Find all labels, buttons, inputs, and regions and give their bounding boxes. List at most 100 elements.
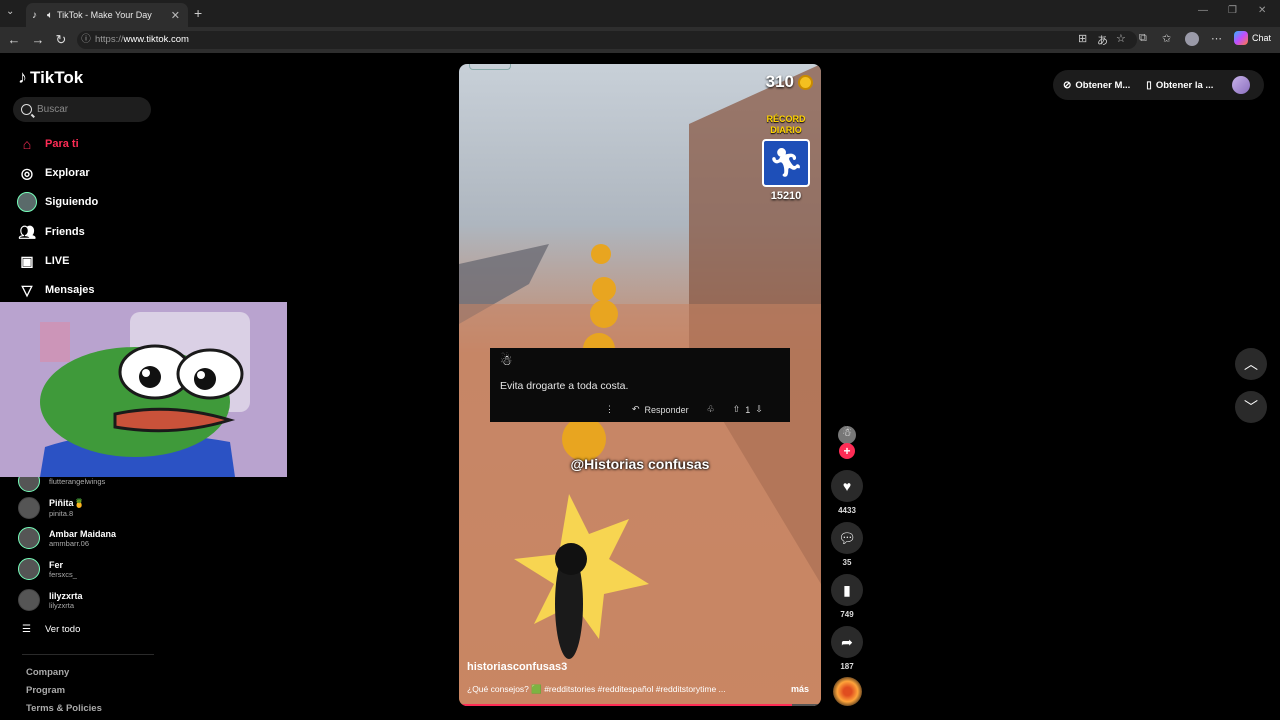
speaker-icon[interactable]: 🔈︎ <box>47 10 53 21</box>
nav-label: LIVE <box>45 255 70 267</box>
more-menu-icon[interactable]: ⋯ <box>1211 32 1222 45</box>
comment-button[interactable]: 💬︎ 35 <box>831 522 863 567</box>
avatar <box>18 558 40 580</box>
chevron-down-icon: ﹀ <box>1244 399 1258 415</box>
copilot-chat-button[interactable]: Chat <box>1234 31 1271 45</box>
webcam-overlay <box>0 302 287 477</box>
following-username: ammbarr.06 <box>49 538 90 548</box>
live-icon: ▣ <box>20 252 34 269</box>
url-prefix: https:// <box>95 34 124 45</box>
get-app-button[interactable]: ▯ Obtener la ... <box>1146 80 1213 91</box>
creator-avatar[interactable]: ☃ <box>838 426 856 444</box>
footer-link-program[interactable]: Program <box>26 685 65 696</box>
following-username: pinita.8 <box>49 509 74 518</box>
reply-label: Responder <box>644 404 689 415</box>
tab-title: TikTok - Make Your Day <box>57 10 152 20</box>
more-options-icon: ⋮ <box>605 404 614 414</box>
browser-tab[interactable]: ♪ 🔈︎ TikTok - Make Your Day ✕ <box>26 3 188 27</box>
save-button[interactable]: ▮ 749 <box>831 574 863 619</box>
following-item[interactable]: lilyzxrta lilyzxrta <box>18 589 83 611</box>
nav-item-mensajes[interactable]: ▽ Mensajes <box>17 280 95 300</box>
copilot-icon <box>1234 31 1248 45</box>
coin-icon <box>798 74 813 90</box>
extensions-icon[interactable]: ⧉ <box>1139 32 1147 45</box>
favorite-star-icon[interactable]: ☆ <box>1116 32 1126 45</box>
browser-tab-bar: ⌄ ♪ 🔈︎ TikTok - Make Your Day ✕ + — ❐ ✕ <box>0 0 1280 27</box>
following-avatar-icon <box>17 192 37 212</box>
music-disc-icon[interactable] <box>833 677 862 706</box>
video-author[interactable]: historiasconfusas3 <box>467 661 567 673</box>
see-all-label: Ver todo <box>44 624 81 635</box>
reddit-avatar-icon: ☃ <box>500 352 513 368</box>
avatar <box>18 589 40 611</box>
search-input[interactable]: Buscar <box>13 97 151 122</box>
nav-item-friends[interactable]: 👥︎ Friends <box>17 222 85 242</box>
url-host: www.tiktok.com <box>123 34 189 45</box>
footer-link-terms[interactable]: Terms & Policies <box>26 703 102 714</box>
nav-label: Siguiendo <box>45 196 99 208</box>
phone-icon: ▯ <box>1146 79 1152 91</box>
url-field[interactable]: ⓘ https://www.tiktok.com <box>77 31 1137 49</box>
user-avatar[interactable] <box>1232 76 1250 94</box>
nav-label: Explorar <box>45 167 90 179</box>
next-video-button[interactable]: ﹀ <box>1235 391 1267 423</box>
nav-label: Para ti <box>45 138 79 150</box>
messages-icon: ▽ <box>21 281 33 298</box>
close-window-button[interactable]: ✕ <box>1258 5 1266 16</box>
video-progress-bar[interactable] <box>459 704 821 706</box>
record-label-2: DIARIO <box>770 125 802 135</box>
following-item[interactable]: Piñita🍍 pinita.8 <box>18 497 85 519</box>
nav-label: Mensajes <box>45 284 95 296</box>
record-value: 15210 <box>770 190 802 202</box>
nav-item-para-ti[interactable]: ⌂ Para ti <box>17 134 79 154</box>
video-player[interactable]: 310 RÉCORD DIARIO 🏃︎ 15210 ☃ Evita droga… <box>459 64 821 706</box>
new-tab-button[interactable]: + <box>194 5 202 21</box>
like-count: 4433 <box>838 506 856 515</box>
tiktok-favicon-icon: ♪ <box>32 9 37 21</box>
following-username: fersxcs_ <box>49 569 77 579</box>
previous-video-button[interactable]: ︿ <box>1235 348 1267 380</box>
following-item[interactable]: Ambar Maidana ammbarr.06 <box>18 527 116 549</box>
reply-icon: ↶ <box>632 404 640 414</box>
app-available-icon[interactable]: ⊞ <box>1078 32 1087 45</box>
heart-icon: ♥ <box>831 470 863 502</box>
share-button[interactable]: ➦ 187 <box>831 626 863 671</box>
profile-avatar[interactable] <box>1185 32 1199 46</box>
share-icon: ➦ <box>831 626 863 658</box>
back-arrow-icon[interactable]: ← <box>6 32 22 48</box>
maximize-button[interactable]: ❐ <box>1228 5 1237 16</box>
following-name: Piñita🍍 <box>49 498 85 508</box>
follow-plus-button[interactable]: + <box>839 443 855 459</box>
downvote-icon: ⇩ <box>755 404 763 414</box>
caption-more-button[interactable]: más <box>791 684 809 694</box>
record-label: RÉCORD <box>766 114 806 124</box>
like-button[interactable]: ♥ 4433 <box>831 470 863 515</box>
list-icon: ☰ <box>22 624 31 635</box>
footer-link-company[interactable]: Company <box>26 667 69 678</box>
translate-icon[interactable]: あ <box>1097 32 1108 48</box>
nav-item-explorar[interactable]: ◎ Explorar <box>17 163 90 183</box>
site-info-icon[interactable]: ⓘ <box>77 31 95 49</box>
forward-arrow-icon[interactable]: → <box>30 32 46 48</box>
see-all-button[interactable]: ☰ Ver todo <box>22 624 80 635</box>
coin-count: 310 <box>765 72 794 91</box>
tiktok-logo[interactable]: ♪ TikTok <box>18 67 83 88</box>
nav-item-live[interactable]: ▣ LIVE <box>17 251 69 271</box>
favorites-icon[interactable]: ✩ <box>1162 32 1171 45</box>
get-coins-button[interactable]: ⊘ Obtener M... <box>1063 80 1130 91</box>
coin-counter: 310 <box>766 72 813 92</box>
search-placeholder: Buscar <box>37 104 69 115</box>
following-item[interactable]: Fer fersxcs_ <box>18 558 77 580</box>
coin-outline-icon: ⊘ <box>1063 79 1072 91</box>
close-tab-icon[interactable]: ✕ <box>171 9 180 22</box>
logo-text: TikTok <box>30 67 84 87</box>
record-badge: RÉCORD DIARIO 🏃︎ 15210 <box>759 114 813 202</box>
tiktok-note-icon: ♪ <box>18 67 27 87</box>
minimize-button[interactable]: — <box>1198 5 1208 16</box>
comment-icon: 💬︎ <box>831 522 863 554</box>
nav-item-siguiendo[interactable]: Siguiendo <box>17 192 98 212</box>
tab-list-button[interactable]: ⌄ <box>6 6 14 17</box>
frog-streamer-image <box>0 302 287 477</box>
reload-icon[interactable]: ↻ <box>53 32 69 48</box>
divider <box>22 654 154 655</box>
